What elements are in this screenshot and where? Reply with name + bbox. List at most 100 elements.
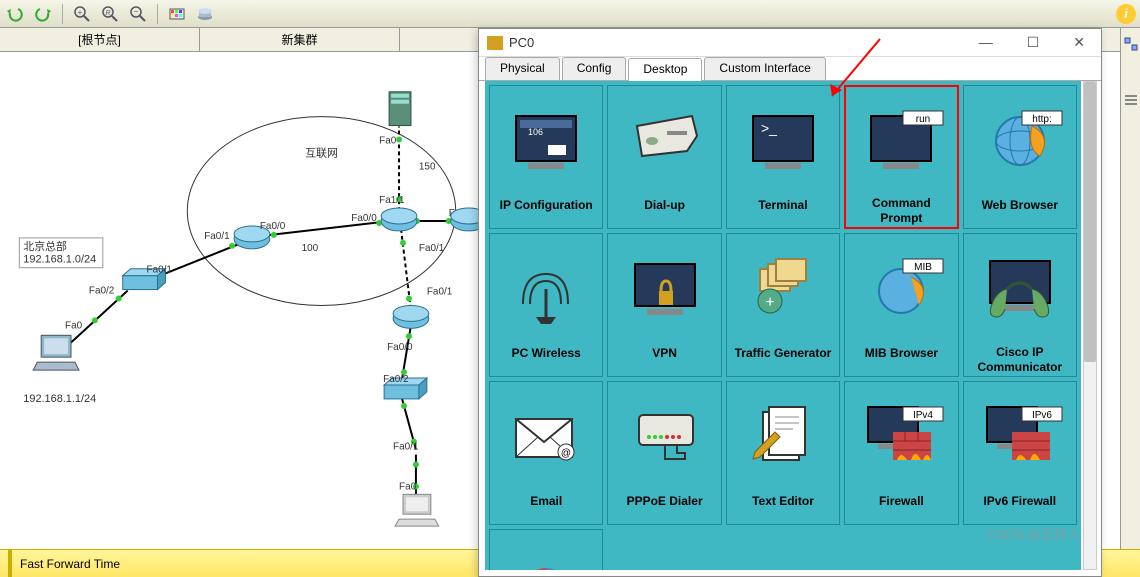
svg-text:Fa0/1: Fa0/1 (147, 265, 173, 276)
app-pppoe[interactable]: PPPoE Dialer (607, 381, 721, 525)
svg-text:+: + (78, 8, 83, 17)
app-cmd[interactable]: run Command Prompt (844, 85, 958, 229)
svg-text:Fa0/0: Fa0/0 (351, 213, 377, 224)
svg-text:100: 100 (302, 243, 319, 254)
terminal-icon: >_ (727, 86, 839, 196)
svg-text:Fa0/2: Fa0/2 (89, 286, 115, 297)
app-wireless[interactable]: PC Wireless (489, 233, 603, 377)
palette-button[interactable] (166, 3, 188, 25)
list-icon[interactable] (1123, 92, 1139, 108)
texted-icon (727, 382, 839, 492)
app-mib[interactable]: MIB MIB Browser (844, 233, 958, 377)
tab-config[interactable]: Config (562, 57, 627, 80)
svg-text:Fa0/0: Fa0/0 (387, 342, 413, 353)
zoom-in-button[interactable]: + (71, 3, 93, 25)
svg-text:150: 150 (419, 161, 436, 172)
svg-text:IPv6: IPv6 (1032, 410, 1052, 421)
router-icon[interactable] (393, 305, 429, 328)
zoom-reset-button[interactable]: R (99, 3, 121, 25)
app-label: Traffic Generator (731, 344, 836, 362)
svg-text:Fa0/1: Fa0/1 (427, 287, 453, 298)
svg-text:Fa0/1: Fa0/1 (393, 442, 419, 453)
server-icon[interactable] (389, 92, 411, 126)
cmd-icon: run (846, 87, 956, 194)
pc-icon[interactable] (395, 494, 439, 526)
app-fw6[interactable]: IPv6 IPv6 Firewall (963, 381, 1077, 525)
app-fw4[interactable]: IPv4 Firewall (844, 381, 958, 525)
svg-text:106: 106 (528, 127, 543, 137)
app-vpn[interactable]: VPN (607, 233, 721, 377)
fast-forward-label[interactable]: Fast Forward Time (20, 557, 120, 571)
app-label: Email (526, 492, 566, 510)
tab-physical[interactable]: Physical (485, 57, 560, 80)
close-button[interactable]: ✕ (1065, 32, 1093, 53)
fw4-icon: IPv4 (845, 382, 957, 492)
pc0-window: PC0 — ☐ ✕ Physical Config Desktop Custom… (478, 28, 1102, 577)
main-toolbar: + R − i (0, 0, 1140, 28)
fw6-icon: IPv6 (964, 382, 1076, 492)
svg-text:R: R (105, 10, 110, 17)
app-dialup[interactable]: Dial-up (607, 85, 721, 229)
app-traffic[interactable]: +Traffic Generator (726, 233, 840, 377)
right-sidebar (1120, 28, 1140, 549)
ipconf-icon: 106 (490, 86, 602, 196)
svg-text:Fa0: Fa0 (65, 320, 83, 331)
pc-icon (487, 36, 503, 50)
app-label: IP Configuration (496, 196, 597, 214)
svg-text:192.168.1.1/24: 192.168.1.1/24 (23, 393, 96, 405)
app-label: Firewall (875, 492, 928, 510)
svg-text:MIB: MIB (915, 262, 933, 273)
app-terminal[interactable]: >_ Terminal (726, 85, 840, 229)
minimize-button[interactable]: — (971, 32, 1001, 53)
wireless-icon (490, 234, 602, 344)
window-title: PC0 (509, 35, 534, 50)
expand-icon[interactable] (1123, 36, 1139, 52)
tab-root[interactable]: [根节点] (0, 28, 200, 51)
app-ipconf[interactable]: 106 IP Configuration (489, 85, 603, 229)
app-label: IPv6 Firewall (979, 492, 1060, 510)
svg-text:−: − (134, 7, 139, 16)
app-email[interactable]: @Email (489, 381, 603, 525)
tab-cluster[interactable]: 新集群 (200, 28, 400, 51)
svg-text:run: run (916, 114, 930, 125)
svg-text:>_: >_ (761, 120, 777, 136)
tab-desktop[interactable]: Desktop (628, 58, 702, 81)
svg-text:Fa0: Fa0 (399, 481, 417, 492)
maximize-button[interactable]: ☐ (1019, 32, 1048, 53)
app-label: Web Browser (978, 196, 1062, 214)
info-button[interactable]: i (1116, 4, 1136, 24)
svg-text:Fa0/1: Fa0/1 (204, 231, 230, 242)
app-label: Text Editor (748, 492, 818, 510)
svg-text:Fa0: Fa0 (379, 135, 397, 146)
scroll-thumb[interactable] (1084, 82, 1096, 362)
router-icon[interactable] (381, 208, 417, 231)
app-label: Terminal (754, 196, 811, 214)
app-extra[interactable] (489, 529, 603, 570)
app-cipc[interactable]: Cisco IP Communicator (963, 233, 1077, 377)
svg-text:Fa0/2: Fa0/2 (383, 374, 409, 385)
tab-custom[interactable]: Custom Interface (704, 57, 825, 80)
pc0-titlebar[interactable]: PC0 — ☐ ✕ (479, 29, 1101, 57)
app-label: Command Prompt (846, 194, 956, 227)
undo-button[interactable] (4, 3, 26, 25)
web-icon: http: (964, 86, 1076, 196)
scrollbar[interactable] (1083, 81, 1097, 570)
svg-text:IPv4: IPv4 (913, 410, 933, 421)
svg-text:Fa0/1: Fa0/1 (419, 243, 445, 254)
svg-text:Fa1/1: Fa1/1 (379, 195, 405, 206)
app-label: Cisco IP Communicator (964, 343, 1076, 376)
pie-icon (490, 530, 602, 570)
svg-text:192.168.1.0/24: 192.168.1.0/24 (23, 254, 96, 266)
svg-text:Fa0/0: Fa0/0 (260, 221, 286, 232)
svg-text:http:: http: (1032, 114, 1051, 125)
device-button[interactable] (194, 3, 216, 25)
zoom-out-button[interactable]: − (127, 3, 149, 25)
mib-icon: MIB (845, 234, 957, 344)
svg-text:北京总部: 北京总部 (23, 239, 67, 253)
app-texted[interactable]: Text Editor (726, 381, 840, 525)
cipc-icon (964, 234, 1076, 343)
redo-button[interactable] (32, 3, 54, 25)
app-label: MIB Browser (861, 344, 942, 362)
app-web[interactable]: http: Web Browser (963, 85, 1077, 229)
app-label: Dial-up (640, 196, 689, 214)
